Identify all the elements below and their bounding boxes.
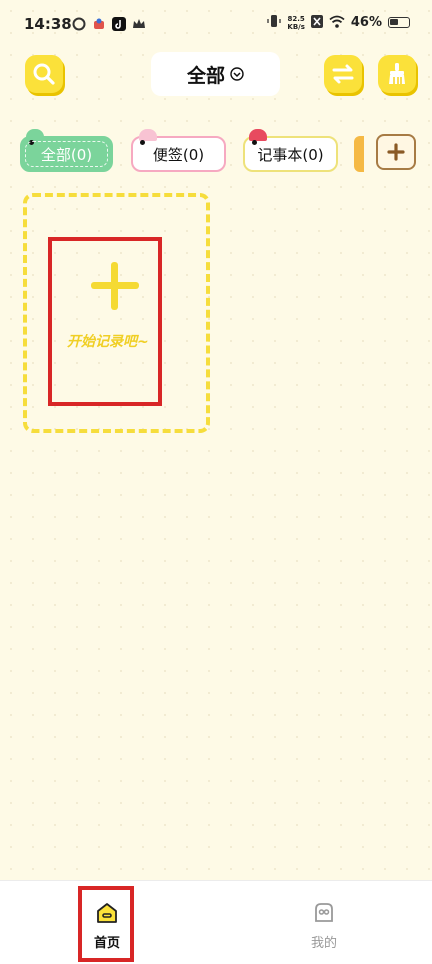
status-system-icons: 82.5 KB/s 46% bbox=[267, 14, 410, 31]
chevron-down-icon bbox=[230, 67, 244, 81]
vibrate-icon bbox=[267, 14, 282, 31]
tiktok-icon bbox=[112, 16, 126, 31]
tag-label: 全部(0) bbox=[40, 145, 93, 164]
tag-ear bbox=[249, 129, 267, 141]
nav-home-highlight[interactable] bbox=[78, 886, 134, 962]
app-notification-icon bbox=[92, 16, 106, 30]
tag-label: 便签(0) bbox=[152, 145, 205, 164]
crown-icon bbox=[132, 16, 146, 30]
nav-profile[interactable]: 我的 bbox=[284, 881, 364, 964]
swap-icon bbox=[332, 64, 354, 84]
bottom-nav: 首页 我的 bbox=[0, 880, 432, 964]
category-dropdown[interactable]: 全部 bbox=[151, 52, 280, 96]
search-button[interactable] bbox=[25, 55, 63, 93]
battery-percent: 46% bbox=[350, 15, 382, 30]
app-notification-icon bbox=[72, 16, 86, 31]
clean-button[interactable] bbox=[378, 55, 416, 93]
plus-icon bbox=[387, 143, 405, 161]
tag-label: 记事本(0) bbox=[257, 145, 324, 164]
tag-dot bbox=[140, 140, 145, 145]
tag-memo[interactable]: 便签(0) bbox=[131, 129, 226, 172]
swap-button[interactable] bbox=[324, 55, 362, 93]
battery-icon bbox=[388, 17, 410, 28]
add-note-plus-icon[interactable] bbox=[91, 262, 139, 310]
profile-icon bbox=[315, 903, 333, 922]
tag-ear bbox=[26, 129, 44, 141]
search-icon bbox=[33, 63, 55, 85]
tag-dot bbox=[252, 140, 257, 145]
tag-notebook[interactable]: 记事本(0) bbox=[243, 129, 338, 172]
wifi-icon bbox=[329, 15, 345, 31]
status-notification-icons bbox=[72, 16, 146, 31]
net-speed-value: 82.5 bbox=[287, 14, 305, 23]
net-speed-unit: KB/s bbox=[287, 22, 305, 31]
page-title: 全部 bbox=[186, 64, 225, 87]
start-record-text: 开始记录吧~ bbox=[67, 334, 149, 350]
status-bar: 14:38 82.5 KB/s 46% bbox=[0, 0, 432, 50]
tag-partial[interactable] bbox=[354, 136, 364, 172]
status-time: 14:38 bbox=[24, 15, 72, 33]
nav-profile-label: 我的 bbox=[310, 936, 337, 951]
tag-all[interactable]: 全部(0) bbox=[20, 129, 113, 172]
brush-icon bbox=[389, 63, 405, 84]
sim-off-icon bbox=[310, 14, 323, 31]
add-tag-button[interactable] bbox=[376, 134, 416, 170]
net-speed: 82.5 KB/s bbox=[287, 15, 304, 31]
